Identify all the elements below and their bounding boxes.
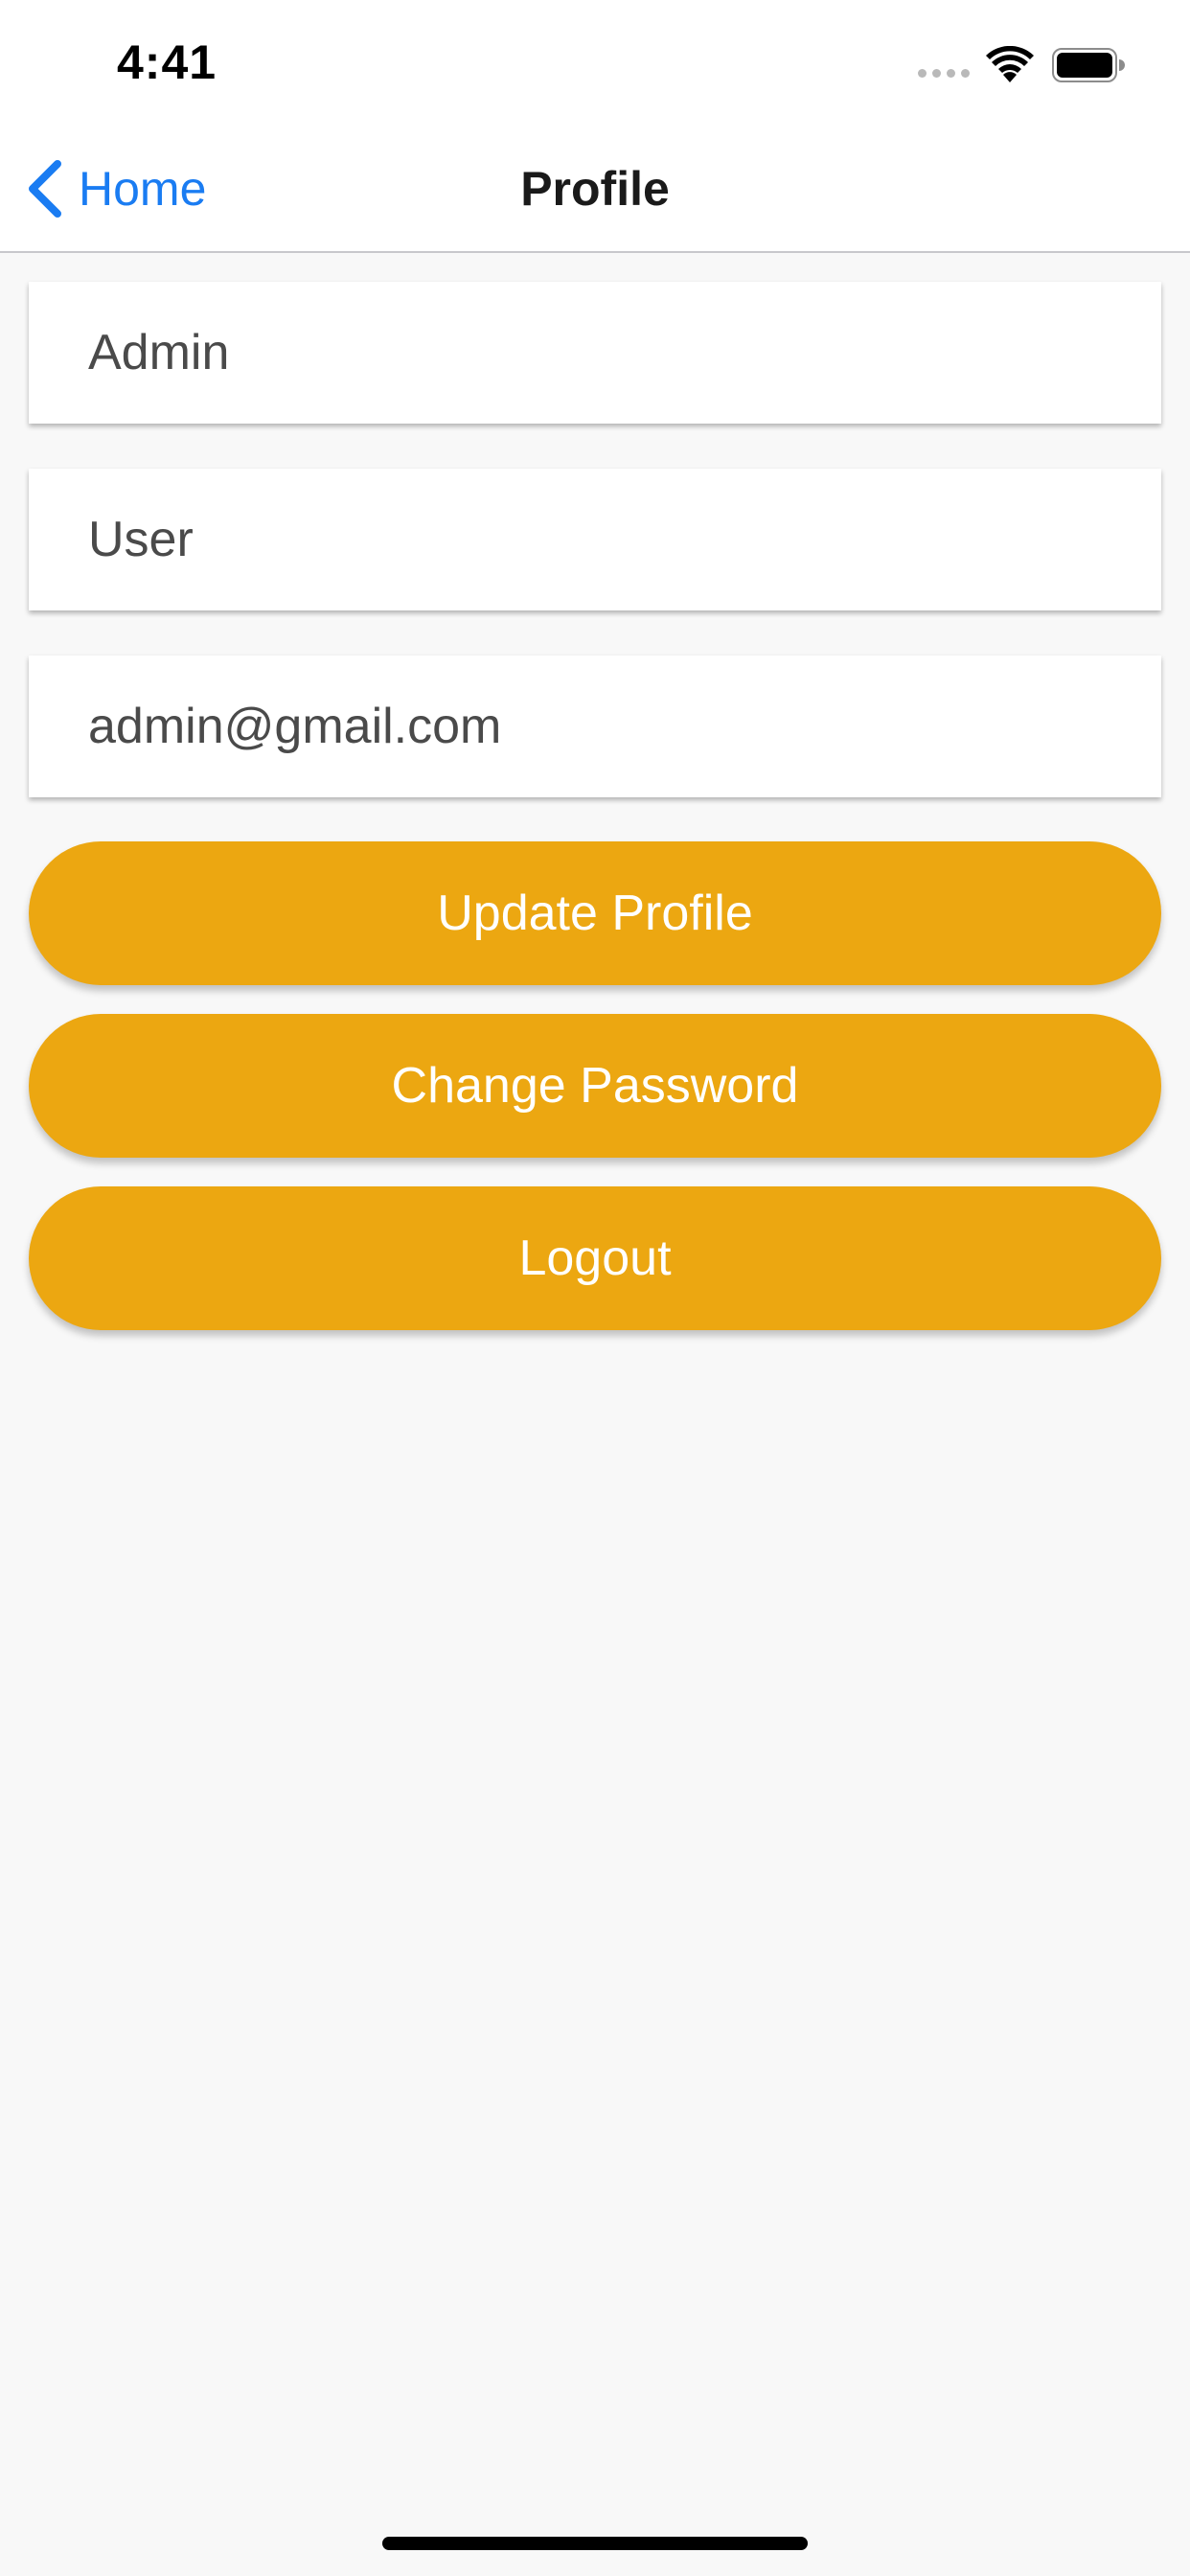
first-name-field[interactable]: Admin — [29, 282, 1161, 424]
last-name-field[interactable]: User — [29, 469, 1161, 610]
email-field[interactable]: admin@gmail.com — [29, 656, 1161, 797]
update-profile-button[interactable]: Update Profile — [29, 841, 1161, 985]
page-title: Profile — [520, 162, 670, 216]
status-bar: 4:41 — [0, 0, 1190, 126]
change-password-button[interactable]: Change Password — [29, 1014, 1161, 1158]
home-indicator[interactable] — [382, 2537, 808, 2550]
signal-dots-icon — [918, 69, 970, 78]
battery-icon — [1052, 48, 1125, 82]
status-time: 4:41 — [117, 35, 217, 89]
navigation-bar: Home Profile — [0, 126, 1190, 253]
logout-button[interactable]: Logout — [29, 1186, 1161, 1330]
wifi-icon — [986, 46, 1034, 82]
